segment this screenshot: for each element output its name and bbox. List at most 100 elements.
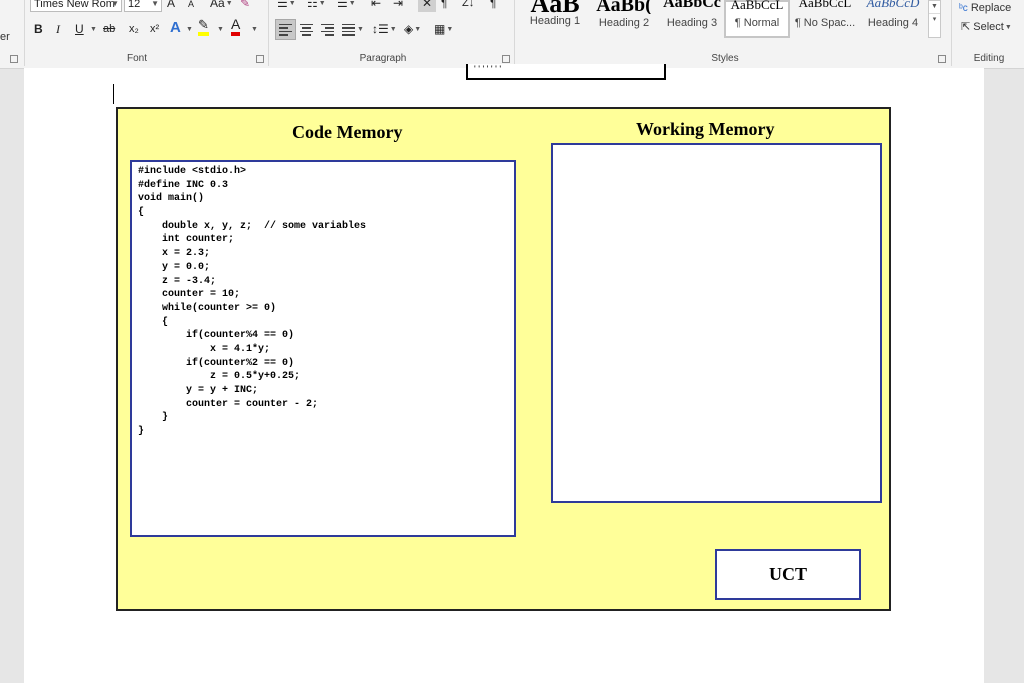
decrease-indent-icon[interactable]: ⇤ (371, 0, 381, 12)
ribbon: er Times New Rom ▼ 12 ▼ A A Aa▼ ✎ B I U … (0, 0, 1024, 69)
code-line: z = -3.4; (138, 275, 217, 287)
shrink-font-button[interactable]: A (188, 0, 194, 13)
chevron-down-icon[interactable]: ▼ (929, 1, 940, 13)
highlight-pen-icon[interactable]: ✎ (198, 18, 209, 36)
chevron-down-icon: ▼ (1004, 23, 1012, 31)
ribbon-separator (268, 0, 269, 66)
font-size-combo[interactable]: 12 ▼ (124, 0, 162, 12)
chevron-down-icon: ▼ (151, 0, 159, 8)
clear-formatting-icon[interactable]: ✎ (240, 0, 250, 12)
align-right-button[interactable] (318, 20, 337, 39)
sort-button[interactable]: Z↓ (462, 0, 474, 12)
styles-dialog-launcher-icon[interactable] (938, 55, 946, 63)
working-memory-box[interactable] (551, 143, 882, 503)
styles-gallery-scroll[interactable]: ▼ ▾ (928, 0, 941, 38)
cursor-arrow-icon: ⇱ (961, 21, 971, 33)
bold-button[interactable]: B (34, 20, 43, 38)
italic-button[interactable]: I (56, 20, 60, 38)
borders-icon[interactable]: ▦▼ (434, 20, 453, 38)
partial-clipboard-label: er (0, 31, 10, 43)
ribbon-separator (951, 0, 952, 66)
previous-text-box[interactable]: ' ' ' ' ' ' ' (466, 64, 666, 80)
change-case-label: Aa (210, 0, 225, 10)
code-line: y = 0.0; (138, 261, 211, 273)
code-line: while(counter >= 0) (138, 302, 277, 314)
style-sample: AaBbCcL (798, 0, 852, 10)
previous-box-text: ' ' ' ' ' ' ' (474, 64, 502, 74)
style-sample: AaB (522, 0, 588, 14)
ribbon-separator (24, 0, 25, 66)
code-line: { (138, 316, 169, 328)
memory-diagram-frame[interactable]: Code Memory Working Memory #include <std… (116, 107, 891, 611)
style-heading-1[interactable]: AaB Heading 1 (522, 0, 588, 38)
code-line: counter = 10; (138, 289, 241, 301)
align-left-button[interactable] (275, 19, 296, 40)
code-line: } (138, 426, 145, 438)
document-page[interactable]: ' ' ' ' ' ' ' Code Memory Working Memory… (24, 64, 984, 683)
font-group-label: Font (126, 53, 147, 64)
code-line: void main() (138, 193, 205, 205)
paragraph-group-label: Paragraph (359, 53, 407, 64)
shading-icon[interactable]: ◈▼ (404, 20, 421, 38)
style-name: Heading 3 (666, 17, 718, 29)
underline-options-icon[interactable]: ▼ (89, 20, 97, 38)
superscript-button[interactable]: x² (150, 20, 159, 38)
replace-label: Replace (970, 2, 1012, 14)
rtl-icon[interactable]: ¶ (441, 0, 447, 12)
replace-button[interactable]: ᵇc Replace (959, 2, 1011, 18)
style-normal[interactable]: AaBbCcL ¶ Normal (724, 0, 790, 38)
font-size-value: 12 (128, 0, 141, 10)
code-line: #include <stdio.h> (138, 166, 247, 177)
paragraph-dialog-launcher-icon[interactable] (502, 55, 510, 63)
editing-group-label: Editing (973, 53, 1005, 64)
style-heading-3[interactable]: AaBbCc Heading 3 (659, 0, 725, 38)
change-case-button[interactable]: Aa▼ (210, 0, 233, 12)
font-name-value: Times New Rom (34, 0, 115, 10)
code-line: { (138, 207, 145, 219)
code-memory-title: Code Memory (292, 122, 403, 142)
numbering-icon[interactable]: ☷▼ (307, 0, 326, 12)
chevron-down-icon: ▼ (225, 0, 233, 7)
clipboard-dialog-launcher-icon[interactable] (10, 55, 18, 63)
font-color-button[interactable]: A (231, 17, 241, 36)
chevron-down-icon[interactable]: ▼ (185, 20, 193, 38)
show-marks-icon[interactable]: ✕ (418, 0, 436, 12)
chevron-down-icon[interactable]: ▼ (250, 20, 258, 38)
line-spacing-icon[interactable]: ↕☰▼ (372, 20, 397, 38)
grow-font-button[interactable]: A (167, 0, 175, 12)
style-no-spacing[interactable]: AaBbCcL ¶ No Spac... (792, 0, 858, 38)
more-styles-icon[interactable]: ▾ (929, 13, 940, 26)
multilevel-list-icon[interactable]: ☰▼ (337, 0, 356, 12)
ribbon-separator (514, 0, 515, 66)
align-center-button[interactable] (297, 20, 316, 39)
subscript-button[interactable]: x₂ (129, 20, 139, 38)
code-line: double x, y, z; // some variables (138, 220, 367, 232)
style-name: Heading 1 (529, 15, 581, 27)
replace-icon: ᵇc (959, 3, 968, 14)
style-name: Heading 4 (867, 17, 919, 29)
text-cursor (113, 84, 114, 104)
uct-box[interactable]: UCT (715, 549, 861, 600)
code-line: y = y + INC; (138, 385, 259, 396)
style-heading-4[interactable]: AaBbCcD Heading 4 (860, 0, 926, 38)
strikethrough-button[interactable]: ab (103, 20, 115, 38)
font-name-combo[interactable]: Times New Rom ▼ (30, 0, 122, 12)
text-effects-button[interactable]: A (170, 19, 181, 37)
styles-group-label: Styles (711, 53, 739, 64)
pilcrow-button[interactable]: ¶ (490, 0, 496, 12)
style-name: ¶ Normal (734, 17, 780, 29)
code-memory-box[interactable]: #include <stdio.h> #define INC 0.3 void ma… (130, 160, 516, 537)
select-label: Select (973, 21, 1004, 33)
code-line: if(counter%4 == 0) (138, 330, 295, 342)
style-sample: AaBb( (596, 0, 652, 14)
bullets-icon[interactable]: ☰▼ (277, 0, 296, 12)
underline-button[interactable]: U (75, 20, 84, 38)
code-line: } (138, 412, 169, 424)
increase-indent-icon[interactable]: ⇥ (393, 0, 403, 12)
chevron-down-icon[interactable]: ▼ (356, 20, 364, 38)
chevron-down-icon[interactable]: ▼ (216, 20, 224, 38)
select-button[interactable]: ⇱ Select▼ (961, 20, 1012, 36)
style-heading-2[interactable]: AaBb( Heading 2 (591, 0, 657, 38)
font-dialog-launcher-icon[interactable] (256, 55, 264, 63)
working-memory-title: Working Memory (636, 119, 775, 139)
